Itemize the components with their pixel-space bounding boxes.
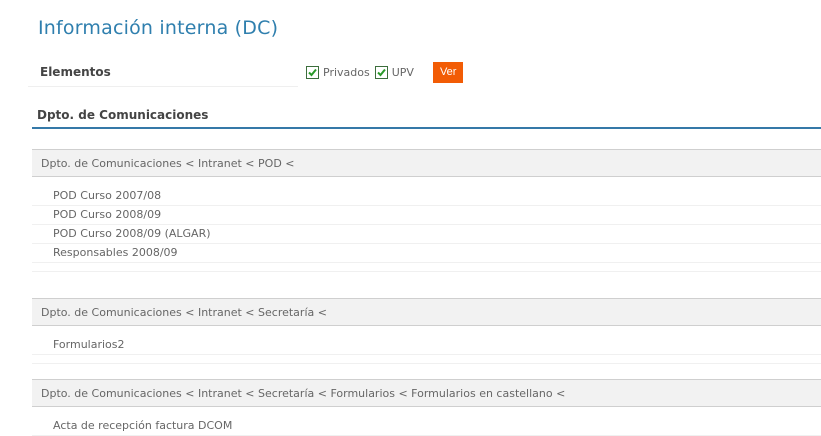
breadcrumb: Dpto. de Comunicaciones < Intranet < POD… <box>32 149 821 177</box>
item-list: POD Curso 2007/08 POD Curso 2008/09 POD … <box>32 177 821 272</box>
section-formularios: Dpto. de Comunicaciones < Intranet < Sec… <box>32 379 821 436</box>
filter-row: Elementos Privados UPV Ver <box>28 57 821 87</box>
breadcrumb: Dpto. de Comunicaciones < Intranet < Sec… <box>32 379 821 407</box>
heading-rule <box>32 127 821 129</box>
section-pod: Dpto. de Comunicaciones < Intranet < POD… <box>32 149 821 272</box>
list-item[interactable]: Responsables 2008/09 <box>32 244 821 263</box>
list-item[interactable]: Acta de recepción factura DCOM <box>32 417 821 436</box>
filter-options: Privados UPV Ver <box>306 61 464 83</box>
check-icon <box>308 68 317 76</box>
ver-button[interactable]: Ver <box>432 61 464 83</box>
list-item[interactable]: POD Curso 2008/09 (ALGAR) <box>32 225 821 244</box>
breadcrumb: Dpto. de Comunicaciones < Intranet < Sec… <box>32 298 821 326</box>
privados-label: Privados <box>323 65 370 79</box>
section-secretaria: Dpto. de Comunicaciones < Intranet < Sec… <box>32 298 821 364</box>
list-spacer <box>32 355 821 364</box>
list-item[interactable]: Formularios2 <box>32 336 821 355</box>
upv-checkbox[interactable] <box>374 65 388 79</box>
filter-label: Elementos <box>40 65 111 79</box>
filter-divider <box>28 86 298 87</box>
page: Información interna (DC) Elementos Priva… <box>0 0 821 436</box>
list-item[interactable]: POD Curso 2008/09 <box>32 206 821 225</box>
privados-checkbox[interactable] <box>306 65 319 79</box>
upv-label: UPV <box>391 65 414 79</box>
check-icon <box>377 68 386 76</box>
department-heading: Dpto. de Comunicaciones <box>37 108 209 122</box>
item-list: Formularios2 <box>32 326 821 364</box>
list-item[interactable]: POD Curso 2007/08 <box>32 187 821 206</box>
page-title: Información interna (DC) <box>38 17 279 39</box>
list-spacer <box>32 263 821 272</box>
